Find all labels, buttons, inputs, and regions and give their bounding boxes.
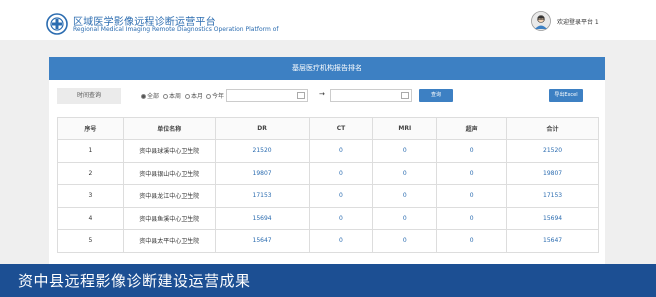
cell-ultrasound[interactable]: 0 [436,206,508,230]
cell-unit-name: 资中县龙江中心卫生院 [122,184,216,208]
radio-month[interactable]: 本月 [185,91,203,100]
col-mri: MRI [372,117,438,140]
radio-dot-icon [163,94,168,99]
cell-index: 1 [57,139,124,163]
caption-banner: 资中县远程影像诊断建设运营成果 [0,264,656,297]
user-avatar-icon[interactable] [531,11,551,31]
radio-label: 全部 [147,93,160,100]
cell-ct[interactable]: 0 [308,184,374,208]
cell-ultrasound[interactable]: 0 [436,229,508,253]
report-ranking-panel: 基层医疗机构报告排名 时间查询 全部 本周 本月 今年 → 查询 导出Excel… [49,57,605,272]
table-row: 2 资中县银山中心卫生院 19807 0 0 0 19807 [57,161,599,185]
radio-dot-icon [185,94,190,99]
cell-index: 5 [57,229,124,253]
panel-title: 基层医疗机构报告排名 [49,57,605,80]
cell-ct[interactable]: 0 [308,161,374,185]
radio-dot-icon [206,94,211,99]
cell-mri[interactable]: 0 [372,184,438,208]
radio-all[interactable]: 全部 [141,91,159,100]
cell-total[interactable]: 15647 [506,229,599,253]
hospital-logo-icon [46,13,68,35]
cell-mri[interactable]: 0 [372,229,438,253]
cell-unit-name: 资中县鱼溪中心卫生院 [122,206,216,230]
cell-mri[interactable]: 0 [372,139,438,163]
col-index: 序号 [57,117,124,140]
caption-text: 资中县远程影像诊断建设运营成果 [18,272,251,290]
cell-dr[interactable]: 19807 [214,161,310,185]
cell-ct[interactable]: 0 [308,229,374,253]
table-row: 1 资中县球溪中心卫生院 21520 0 0 0 21520 [57,139,599,163]
ranking-table: 序号 单位名称 DR CT MRI 超声 合计 1 资中县球溪中心卫生院 215… [57,117,599,253]
cell-index: 2 [57,161,124,185]
cell-unit-name: 资中县银山中心卫生院 [122,161,216,185]
app-header: 区域医学影像远程诊断运营平台 Regional Medical Imaging … [0,0,656,40]
radio-label: 本周 [169,93,182,100]
col-ultrasound: 超声 [436,117,508,140]
table-header-row: 序号 单位名称 DR CT MRI 超声 合计 [57,117,599,140]
date-range-arrow: → [319,90,325,98]
query-button[interactable]: 查询 [419,89,453,102]
radio-label: 本月 [191,93,204,100]
page: 区域医学影像远程诊断运营平台 Regional Medical Imaging … [0,0,656,297]
table-row: 4 资中县鱼溪中心卫生院 15694 0 0 0 15694 [57,206,599,230]
cell-mri[interactable]: 0 [372,161,438,185]
col-total: 合计 [506,117,599,140]
cell-ct[interactable]: 0 [308,139,374,163]
cell-index: 4 [57,206,124,230]
cell-ultrasound[interactable]: 0 [436,161,508,185]
cell-unit-name: 资中县球溪中心卫生院 [122,139,216,163]
filter-bar: 时间查询 全部 本周 本月 今年 → 查询 导出Excel [49,80,605,112]
cell-total[interactable]: 15694 [506,206,599,230]
calendar-icon[interactable] [401,92,409,99]
col-ct: CT [308,117,374,140]
cell-ultrasound[interactable]: 0 [436,139,508,163]
cell-unit-name: 资中县太平中心卫生院 [122,229,216,253]
radio-label: 今年 [212,93,225,100]
app-subtitle: Regional Medical Imaging Remote Diagnost… [73,26,279,33]
cell-total[interactable]: 19807 [506,161,599,185]
radio-year[interactable]: 今年 [206,91,224,100]
table-row: 3 资中县龙江中心卫生院 17153 0 0 0 17153 [57,184,599,208]
welcome-text: 欢迎登录平台 1 [557,19,599,26]
radio-dot-icon [141,94,146,99]
cell-total[interactable]: 17153 [506,184,599,208]
table-row: 5 资中县太平中心卫生院 15647 0 0 0 15647 [57,229,599,253]
cell-index: 3 [57,184,124,208]
radio-week[interactable]: 本周 [163,91,181,100]
start-date-input[interactable] [226,89,308,102]
cell-dr[interactable]: 17153 [214,184,310,208]
col-dr: DR [214,117,310,140]
cell-ultrasound[interactable]: 0 [436,184,508,208]
calendar-icon[interactable] [297,92,305,99]
cell-dr[interactable]: 15647 [214,229,310,253]
cell-ct[interactable]: 0 [308,206,374,230]
col-unit-name: 单位名称 [122,117,216,140]
export-excel-button[interactable]: 导出Excel [549,89,583,102]
cell-total[interactable]: 21520 [506,139,599,163]
cell-dr[interactable]: 21520 [214,139,310,163]
time-query-label: 时间查询 [57,88,121,104]
end-date-input[interactable] [330,89,412,102]
cell-mri[interactable]: 0 [372,206,438,230]
cell-dr[interactable]: 15694 [214,206,310,230]
